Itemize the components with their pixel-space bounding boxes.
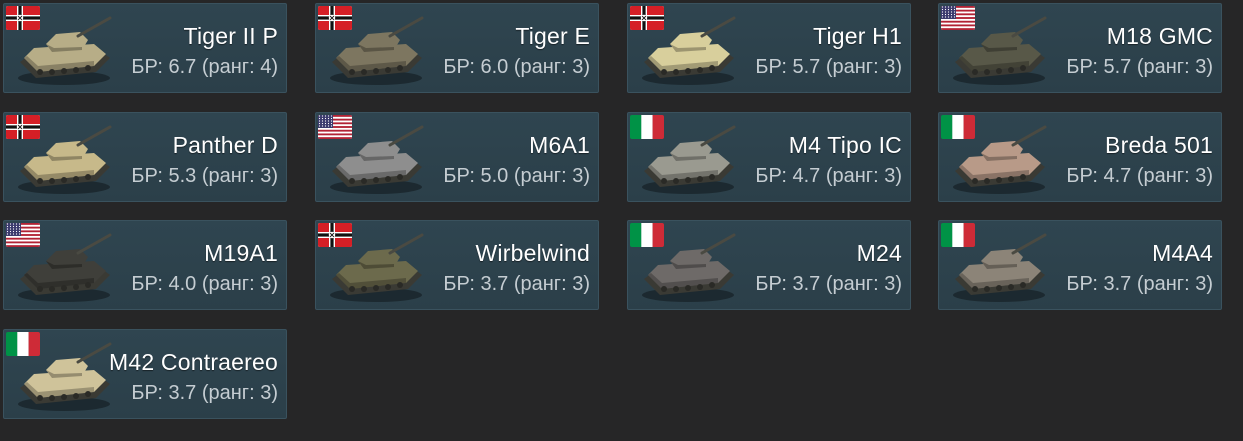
vehicle-name: M19A1 bbox=[204, 240, 278, 266]
vehicle-br-rank: БР: 5.0 (ранг: 3) bbox=[443, 165, 590, 187]
usa-flag-icon bbox=[318, 115, 352, 139]
vehicle-name: Breda 501 bbox=[1105, 132, 1213, 158]
vehicle-card-m18-gmc[interactable]: M18 GMC БР: 5.7 (ранг: 3) bbox=[938, 3, 1222, 93]
vehicle-card-m42-contraereo[interactable]: M42 Contraereo БР: 3.7 (ранг: 3) bbox=[3, 329, 287, 419]
vehicle-card-m19a1[interactable]: M19A1 БР: 4.0 (ранг: 3) bbox=[3, 220, 287, 310]
vehicle-card-tiger-e[interactable]: Tiger E БР: 6.0 (ранг: 3) bbox=[315, 3, 599, 93]
italy-flag-icon bbox=[6, 332, 40, 356]
vehicle-br-rank: БР: 5.7 (ранг: 3) bbox=[1066, 56, 1213, 78]
vehicle-br-rank: БР: 6.7 (ранг: 4) bbox=[131, 56, 278, 78]
vehicle-name: M18 GMC bbox=[1106, 23, 1213, 49]
italy-flag-icon bbox=[941, 223, 975, 247]
vehicle-br-rank: БР: 3.7 (ранг: 3) bbox=[1066, 273, 1213, 295]
vehicle-name: M24 bbox=[856, 240, 902, 266]
germany-flag-icon bbox=[318, 6, 352, 30]
germany-flag-icon bbox=[630, 6, 664, 30]
vehicle-name: M4 Tipo IC bbox=[788, 132, 902, 158]
vehicle-grid: Tiger II P БР: 6.7 (ранг: 4) Tiger E БР: 6.… bbox=[0, 0, 1243, 441]
vehicle-card-tiger-ii-p[interactable]: Tiger II P БР: 6.7 (ранг: 4) bbox=[3, 3, 287, 93]
usa-flag-icon bbox=[6, 223, 40, 247]
vehicle-br-rank: БР: 4.7 (ранг: 3) bbox=[1066, 165, 1213, 187]
vehicle-br-rank: БР: 4.7 (ранг: 3) bbox=[755, 165, 902, 187]
vehicle-card-tiger-h1[interactable]: Tiger H1 БР: 5.7 (ранг: 3) bbox=[627, 3, 911, 93]
vehicle-card-m4-tipo-ic[interactable]: M4 Tipo IC БР: 4.7 (ранг: 3) bbox=[627, 112, 911, 202]
italy-flag-icon bbox=[630, 223, 664, 247]
germany-flag-icon bbox=[6, 115, 40, 139]
italy-flag-icon bbox=[630, 115, 664, 139]
vehicle-card-m6a1[interactable]: M6A1 БР: 5.0 (ранг: 3) bbox=[315, 112, 599, 202]
vehicle-name: Wirbelwind bbox=[475, 240, 590, 266]
vehicle-br-rank: БР: 3.7 (ранг: 3) bbox=[131, 382, 278, 404]
vehicle-br-rank: БР: 5.7 (ранг: 3) bbox=[755, 56, 902, 78]
vehicle-br-rank: БР: 3.7 (ранг: 3) bbox=[443, 273, 590, 295]
vehicle-name: M42 Contraereo bbox=[109, 349, 278, 375]
vehicle-br-rank: БР: 5.3 (ранг: 3) bbox=[131, 165, 278, 187]
vehicle-br-rank: БР: 4.0 (ранг: 3) bbox=[131, 273, 278, 295]
usa-flag-icon bbox=[941, 6, 975, 30]
germany-flag-icon bbox=[318, 223, 352, 247]
vehicle-br-rank: БР: 3.7 (ранг: 3) bbox=[755, 273, 902, 295]
germany-flag-icon bbox=[6, 6, 40, 30]
vehicle-name: Tiger II P bbox=[183, 23, 278, 49]
vehicle-name: M6A1 bbox=[529, 132, 590, 158]
vehicle-card-panther-d[interactable]: Panther D БР: 5.3 (ранг: 3) bbox=[3, 112, 287, 202]
vehicle-name: Tiger E bbox=[515, 23, 590, 49]
vehicle-name: M4A4 bbox=[1152, 240, 1213, 266]
vehicle-name: Panther D bbox=[172, 132, 278, 158]
vehicle-br-rank: БР: 6.0 (ранг: 3) bbox=[443, 56, 590, 78]
vehicle-card-m4a4[interactable]: M4A4 БР: 3.7 (ранг: 3) bbox=[938, 220, 1222, 310]
italy-flag-icon bbox=[941, 115, 975, 139]
vehicle-name: Tiger H1 bbox=[813, 23, 902, 49]
vehicle-card-breda-501[interactable]: Breda 501 БР: 4.7 (ранг: 3) bbox=[938, 112, 1222, 202]
vehicle-card-wirbelwind[interactable]: Wirbelwind БР: 3.7 (ранг: 3) bbox=[315, 220, 599, 310]
vehicle-card-m24[interactable]: M24 БР: 3.7 (ранг: 3) bbox=[627, 220, 911, 310]
